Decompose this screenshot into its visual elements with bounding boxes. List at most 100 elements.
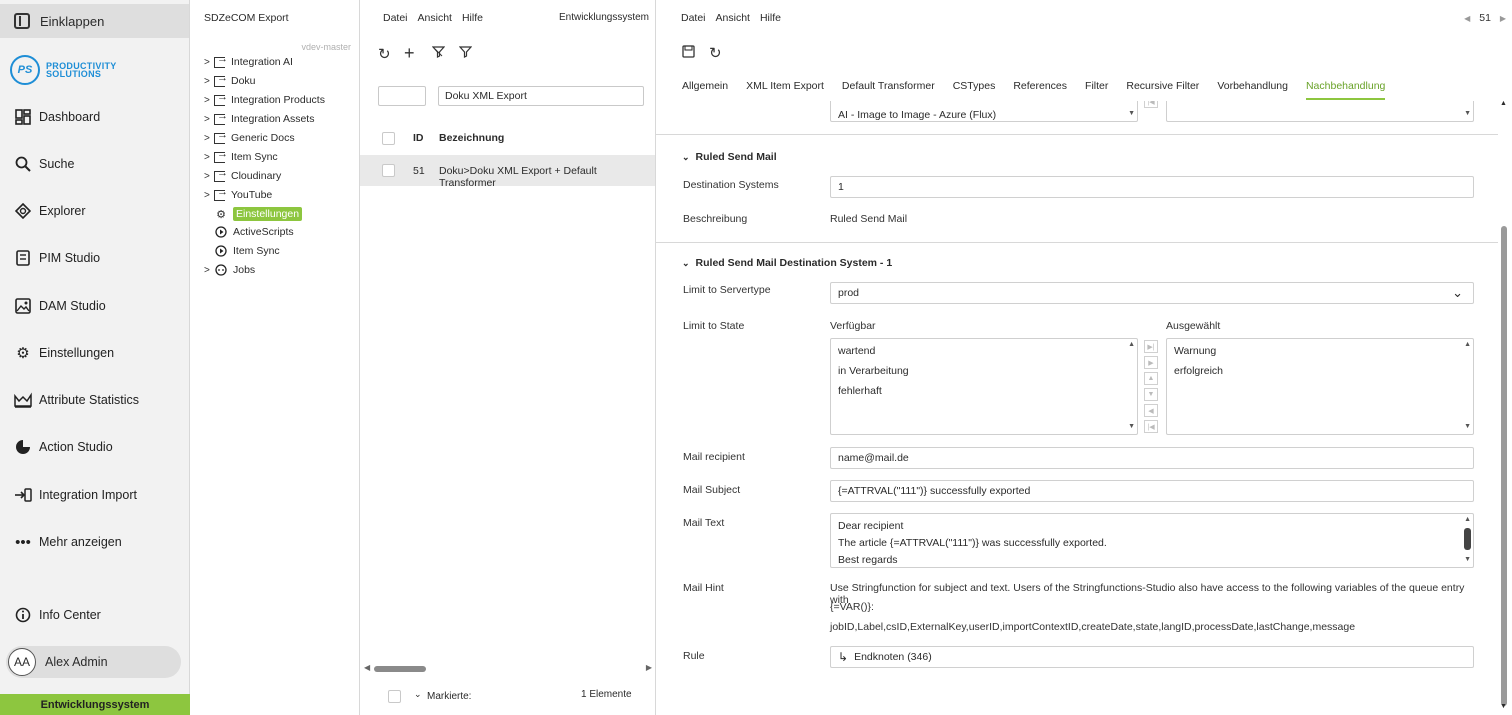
scroll-down-icon[interactable]: ▼ (1128, 423, 1135, 430)
add-icon[interactable]: + (404, 43, 415, 64)
section-ruled-send-mail[interactable]: ⌄ Ruled Send Mail (682, 151, 777, 163)
subject-input[interactable]: {=ATTRVAL("111")} successfully exported (830, 480, 1474, 502)
scroll-up-icon[interactable]: ▲ (1464, 341, 1471, 348)
collapse-button[interactable]: Einklappen (0, 4, 189, 38)
list-item[interactable]: AI - Image to Image - Azure (Flux) (838, 109, 996, 121)
menu-ansicht[interactable]: Ansicht (418, 12, 452, 24)
chevron-down-icon[interactable]: ⌄ (414, 689, 422, 700)
tree-node-jobs[interactable]: > Jobs (204, 262, 255, 278)
move-left-all-icon[interactable]: |◀ (1144, 101, 1158, 108)
name-filter-input[interactable]: Doku XML Export (438, 86, 644, 106)
tree-node-activescripts[interactable]: ActiveScripts (214, 224, 294, 240)
column-header-id[interactable]: ID (413, 132, 424, 144)
chevron-right-icon[interactable]: > (204, 265, 214, 276)
nav-item-info-center[interactable]: Info Center (14, 603, 101, 627)
nav-item-dam-studio[interactable]: DAM Studio (14, 294, 106, 318)
tree-node-cloudinary[interactable]: >Cloudinary (204, 167, 281, 184)
scroll-down-icon[interactable]: ▼ (1464, 556, 1471, 563)
detail-vertical-scrollbar[interactable]: ▲ ▼ (1500, 100, 1508, 710)
scroll-right-icon[interactable]: ▶ (646, 663, 652, 672)
scroll-thumb[interactable] (1501, 226, 1507, 706)
nav-item-action-studio[interactable]: Action Studio (14, 435, 113, 459)
menu-datei[interactable]: Datei (383, 12, 408, 24)
nav-item-suche[interactable]: Suche (14, 152, 74, 176)
tree-node-item-sync-script[interactable]: Item Sync (214, 243, 280, 259)
nav-item-integration-import[interactable]: Integration Import (14, 483, 137, 507)
chevron-right-icon[interactable]: > (204, 190, 214, 201)
tab-cstypes[interactable]: CSTypes (953, 80, 996, 100)
menu-hilfe[interactable]: Hilfe (462, 12, 483, 24)
row-checkbox[interactable] (382, 164, 395, 177)
move-left-icon[interactable]: ◀ (1144, 404, 1158, 417)
tree-node-einstellungen[interactable]: ⚙ Einstellungen (214, 206, 303, 222)
horizontal-scrollbar[interactable]: ◀ ▶ (364, 663, 652, 674)
menu-ansicht[interactable]: Ansicht (716, 12, 750, 24)
chevron-right-icon[interactable]: > (204, 114, 214, 125)
menu-hilfe[interactable]: Hilfe (760, 12, 781, 24)
save-icon[interactable] (682, 45, 695, 62)
next-record-icon[interactable]: ▶ (1500, 14, 1506, 23)
move-right-icon[interactable]: ▶ (1144, 356, 1158, 369)
nav-item-attribute-statistics[interactable]: Attribute Statistics (14, 388, 139, 412)
refresh-icon[interactable]: ↻ (378, 45, 391, 63)
move-left-all-icon[interactable]: |◀ (1144, 420, 1158, 433)
tab-nachbehandlung[interactable]: Nachbehandlung (1305, 80, 1386, 100)
tree-node-integration-ai[interactable]: >Integration AI (204, 53, 293, 70)
mail-text-area[interactable]: Dear recipient The article {=ATTRVAL("11… (830, 513, 1474, 568)
list-item[interactable]: Warnung (1174, 345, 1216, 357)
scroll-up-icon[interactable]: ▲ (1500, 100, 1507, 107)
table-row[interactable]: 51 Doku>Doku XML Export + Default Transf… (360, 155, 655, 189)
tree-node-youtube[interactable]: >YouTube (204, 186, 272, 203)
scroll-up-icon[interactable]: ▲ (1464, 516, 1471, 523)
chevron-right-icon[interactable]: > (204, 152, 214, 163)
filter-clear-icon[interactable] (431, 45, 446, 62)
chevron-right-icon[interactable]: > (204, 76, 214, 87)
tab-recursive-filter[interactable]: Recursive Filter (1126, 80, 1199, 100)
column-header-name[interactable]: Bezeichnung (439, 132, 504, 144)
tab-default-transformer[interactable]: Default Transformer (842, 80, 935, 100)
chevron-right-icon[interactable]: > (204, 95, 214, 106)
tab-allgemein[interactable]: Allgemein (682, 80, 728, 100)
list-item[interactable]: wartend (838, 345, 875, 357)
scroll-down-icon[interactable]: ▼ (1464, 423, 1471, 430)
scroll-left-icon[interactable]: ◀ (364, 663, 370, 672)
scroll-down-icon[interactable]: ▼ (1464, 110, 1471, 117)
move-up-icon[interactable]: ▲ (1144, 372, 1158, 385)
tree-node-integration-products[interactable]: >Integration Products (204, 91, 325, 108)
select-all-checkbox[interactable] (382, 132, 395, 145)
prev-record-icon[interactable]: ◀ (1464, 14, 1470, 23)
nav-item-einstellungen[interactable]: ⚙ Einstellungen (14, 341, 114, 365)
section-destination-system[interactable]: ⌄ Ruled Send Mail Destination System - 1 (682, 257, 892, 269)
nav-item-mehr-anzeigen[interactable]: ••• Mehr anzeigen (14, 530, 122, 554)
rule-value[interactable]: Endknoten (346) (854, 651, 932, 663)
tab-xml-item-export[interactable]: XML Item Export (746, 80, 824, 100)
list-item[interactable]: in Verarbeitung (838, 365, 909, 377)
tab-vorbehandlung[interactable]: Vorbehandlung (1217, 80, 1288, 100)
list-item[interactable]: erfolgreich (1174, 365, 1223, 377)
scroll-down-icon[interactable]: ▼ (1128, 110, 1135, 117)
chevron-right-icon[interactable]: > (204, 57, 214, 68)
selected-states-listbox[interactable]: Warnung erfolgreich ▲ ▼ (1166, 338, 1474, 435)
recipient-input[interactable]: name@mail.de (830, 447, 1474, 469)
tree-node-integration-assets[interactable]: >Integration Assets (204, 110, 314, 127)
rule-link-field[interactable]: ↳ Endknoten (346) (830, 646, 1474, 668)
refresh-icon[interactable]: ↻ (709, 44, 722, 62)
id-filter-input[interactable] (378, 86, 426, 106)
move-right-all-icon[interactable]: ▶| (1144, 340, 1158, 353)
footer-checkbox[interactable] (388, 690, 401, 703)
text-scroll-thumb[interactable] (1464, 528, 1471, 550)
nav-item-dashboard[interactable]: Dashboard (14, 105, 100, 129)
nav-item-pim-studio[interactable]: PIM Studio (14, 246, 100, 270)
destination-systems-input[interactable]: 1 (830, 176, 1474, 198)
tree-node-item-sync[interactable]: >Item Sync (204, 148, 278, 165)
tab-references[interactable]: References (1013, 80, 1067, 100)
scroll-up-icon[interactable]: ▲ (1128, 341, 1135, 348)
tab-filter[interactable]: Filter (1085, 80, 1108, 100)
chevron-right-icon[interactable]: > (204, 133, 214, 144)
previous-selected-listbox[interactable]: ▼ (1166, 101, 1474, 122)
nav-item-explorer[interactable]: Explorer (14, 199, 86, 223)
available-states-listbox[interactable]: wartend in Verarbeitung fehlerhaft ▲ ▼ (830, 338, 1138, 435)
chevron-right-icon[interactable]: > (204, 171, 214, 182)
tree-node-generic-docs[interactable]: >Generic Docs (204, 129, 295, 146)
menu-datei[interactable]: Datei (681, 12, 706, 24)
